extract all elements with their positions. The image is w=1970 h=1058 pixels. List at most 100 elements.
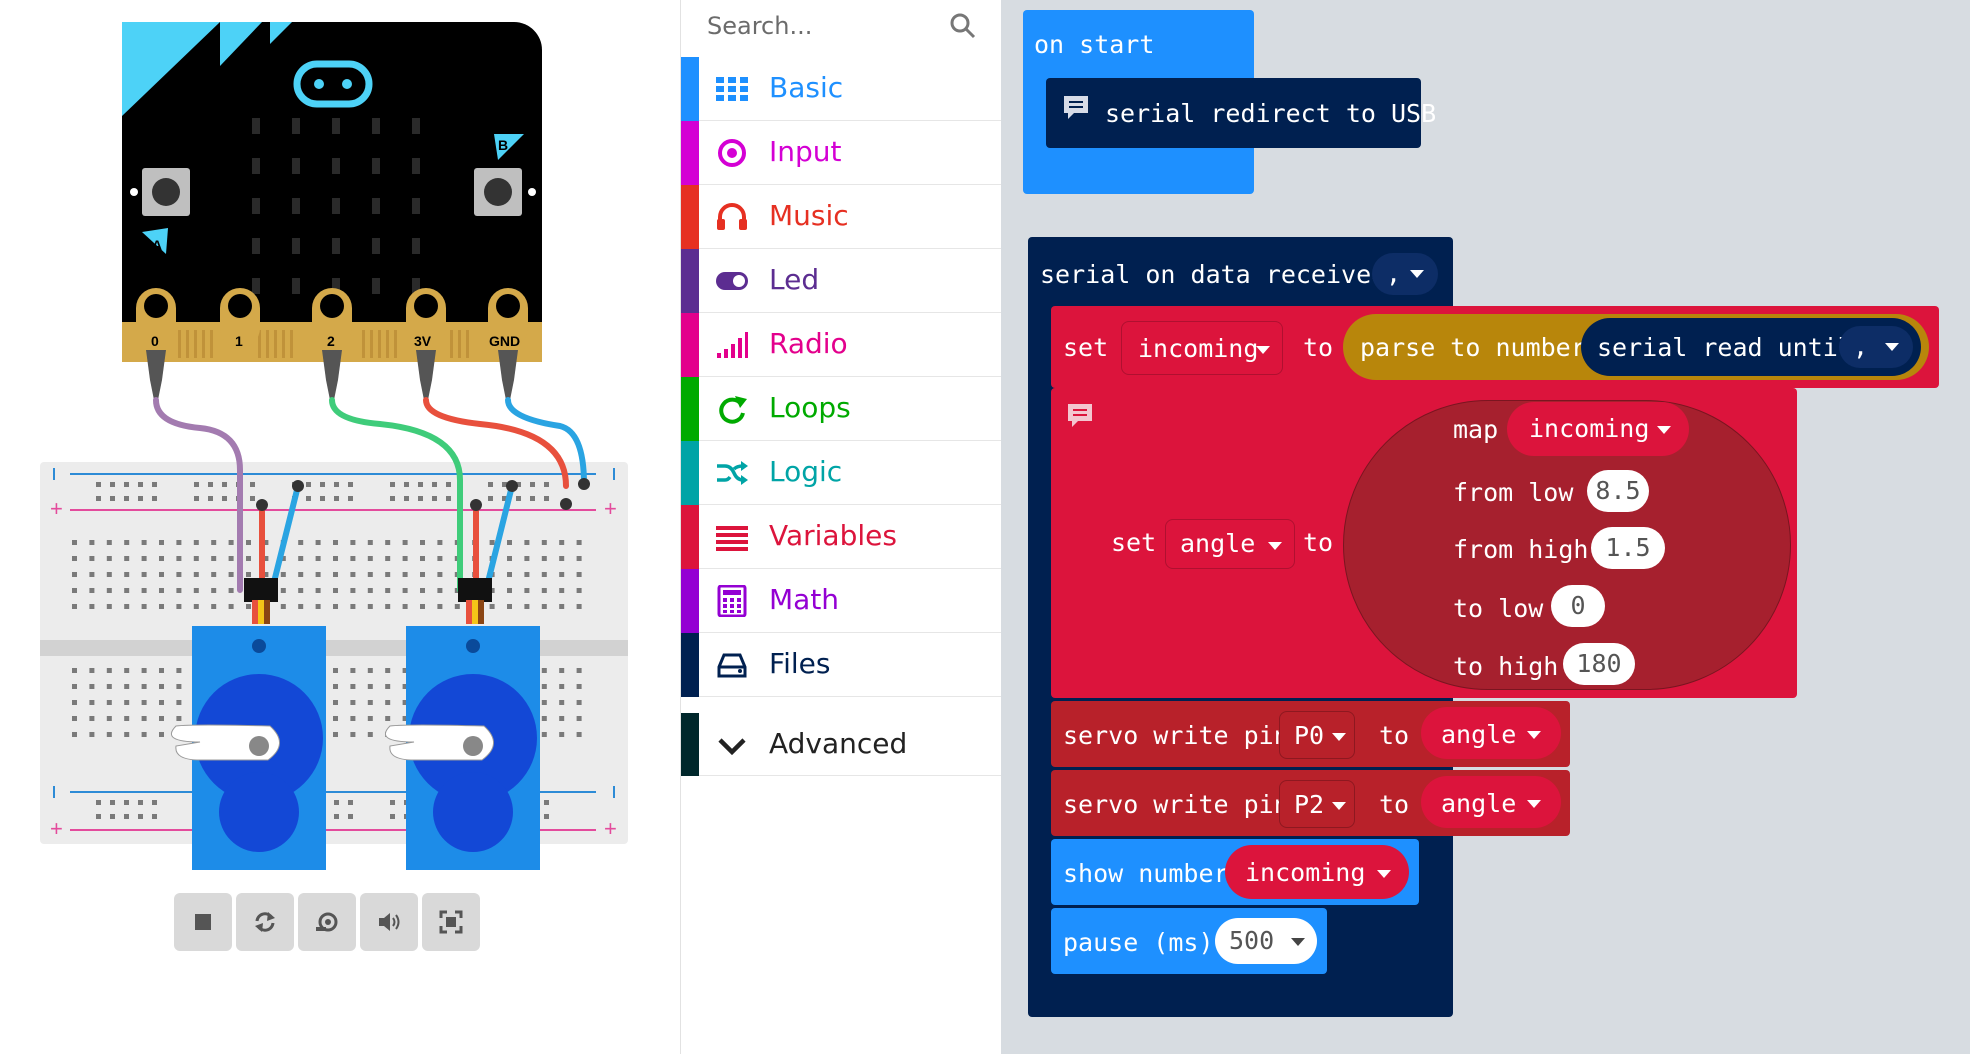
shuffle-icon (717, 461, 748, 485)
category-label: Files (769, 647, 831, 680)
toolbox: Search... Basic Input Music Led Radio Lo… (680, 0, 1002, 1054)
variable-name: angle (1441, 789, 1517, 818)
pin-1-label: 1 (235, 333, 243, 349)
to-label: to (1379, 721, 1410, 750)
comment-icon (1064, 96, 1088, 119)
signal-icon (717, 332, 748, 358)
pin-2[interactable]: 2 (312, 288, 352, 349)
variable-name: angle (1441, 720, 1517, 749)
pin-3v[interactable]: 3V (406, 288, 446, 349)
category-label: Advanced (769, 727, 908, 760)
refresh-icon (719, 396, 747, 424)
svg-text:+: + (604, 496, 617, 521)
restart-button[interactable] (236, 893, 294, 951)
map-label: map (1453, 415, 1499, 444)
button-b[interactable] (474, 168, 522, 216)
button-a[interactable] (142, 168, 190, 216)
pin-value: P2 (1294, 790, 1325, 819)
toggle-icon (716, 272, 748, 290)
calculator-icon (717, 585, 747, 617)
variable-dropdown-incoming[interactable]: incoming (1121, 321, 1283, 375)
pin-0-label: 0 (151, 333, 159, 349)
category-basic[interactable]: Basic (681, 57, 1001, 121)
category-files[interactable]: Files (681, 633, 1001, 697)
category-label: Led (769, 263, 820, 296)
pin-gnd[interactable]: GND (488, 288, 528, 349)
serial-redirect-label: serial redirect to USB (1105, 99, 1437, 128)
pause-value-dropdown[interactable]: 500 (1215, 918, 1317, 964)
pin-3v-label: 3V (414, 333, 432, 349)
headphones-icon (717, 203, 747, 230)
simulator-pane: A B 0 1 2 3V GND + + + + (0, 0, 680, 1054)
category-advanced[interactable]: Advanced (681, 713, 1001, 776)
pause-value: 500 (1229, 926, 1275, 955)
variable-name: angle (1180, 529, 1256, 558)
microbit-board: A B 0 1 2 3V GND (122, 22, 542, 362)
servo-label: servo write pin (1063, 721, 1289, 750)
pin-2-label: 2 (327, 333, 335, 349)
slow-motion-button[interactable] (298, 893, 356, 951)
serial-read-label: serial read until (1597, 333, 1853, 362)
category-led[interactable]: Led (681, 249, 1001, 313)
delimiter-dropdown[interactable]: , (1372, 253, 1438, 295)
sound-icon (379, 913, 400, 931)
from-high-input[interactable]: 1.5 (1591, 527, 1665, 569)
to-low-input[interactable]: 0 (1551, 585, 1605, 627)
set-label: set (1111, 528, 1157, 557)
pin-1[interactable]: 1 (220, 288, 260, 349)
from-low-input[interactable]: 8.5 (1587, 470, 1649, 512)
category-variables[interactable]: Variables (681, 505, 1001, 569)
grid-icon (716, 77, 748, 101)
slow-motion-icon (316, 912, 338, 932)
show-number-variable[interactable]: incoming (1225, 845, 1409, 899)
pin-gnd-label: GND (489, 333, 520, 349)
sound-button[interactable] (360, 893, 418, 951)
search-placeholder: Search... (707, 12, 813, 40)
pin-value: P0 (1294, 721, 1325, 750)
from-high-label: from high (1453, 535, 1589, 564)
servo-label: servo write pin (1063, 790, 1289, 819)
map-variable-name: incoming (1529, 414, 1650, 443)
fullscreen-icon (439, 910, 463, 934)
on-start-label: on start (1034, 30, 1155, 59)
button-a-label: A (152, 237, 162, 253)
to-low-label: to low (1453, 594, 1544, 623)
to-label: to (1303, 528, 1334, 557)
list-icon (716, 526, 748, 551)
read-delimiter-value: , (1853, 332, 1869, 361)
target-icon (718, 139, 746, 167)
parse-label: parse to number (1360, 333, 1586, 362)
angle-variable-p0[interactable]: angle (1421, 707, 1561, 759)
svg-text:+: + (50, 816, 63, 841)
category-math[interactable]: Math (681, 569, 1001, 633)
pin-dropdown-p0[interactable]: P0 (1279, 711, 1355, 759)
delimiter-value: , (1386, 259, 1402, 288)
drive-icon (717, 653, 747, 678)
search-icon[interactable] (949, 12, 977, 40)
read-delimiter-dropdown[interactable]: , (1839, 326, 1913, 368)
pin-dropdown-p2[interactable]: P2 (1279, 780, 1355, 828)
stop-button[interactable] (174, 893, 232, 951)
to-high-input[interactable]: 180 (1563, 643, 1635, 685)
category-label: Music (769, 199, 849, 232)
variable-name: incoming (1245, 858, 1366, 887)
category-loops[interactable]: Loops (681, 377, 1001, 441)
category-label: Input (769, 135, 842, 168)
pin-0[interactable]: 0 (136, 288, 176, 349)
map-variable-dropdown[interactable]: incoming (1507, 402, 1689, 456)
search-box[interactable]: Search... (707, 8, 987, 44)
to-label: to (1379, 790, 1410, 819)
variable-dropdown-angle[interactable]: angle (1165, 519, 1295, 569)
category-label: Logic (769, 455, 843, 488)
category-logic[interactable]: Logic (681, 441, 1001, 505)
category-input[interactable]: Input (681, 121, 1001, 185)
set-label: set (1063, 333, 1109, 362)
angle-variable-p2[interactable]: angle (1421, 776, 1561, 828)
category-label: Radio (769, 327, 848, 360)
category-label: Basic (769, 71, 844, 104)
pause-label: pause (ms) (1063, 928, 1214, 957)
fullscreen-button[interactable] (422, 893, 480, 951)
blocks-workspace[interactable]: on start serial redirect to USB serial o… (1001, 0, 1970, 1054)
category-radio[interactable]: Radio (681, 313, 1001, 377)
category-music[interactable]: Music (681, 185, 1001, 249)
